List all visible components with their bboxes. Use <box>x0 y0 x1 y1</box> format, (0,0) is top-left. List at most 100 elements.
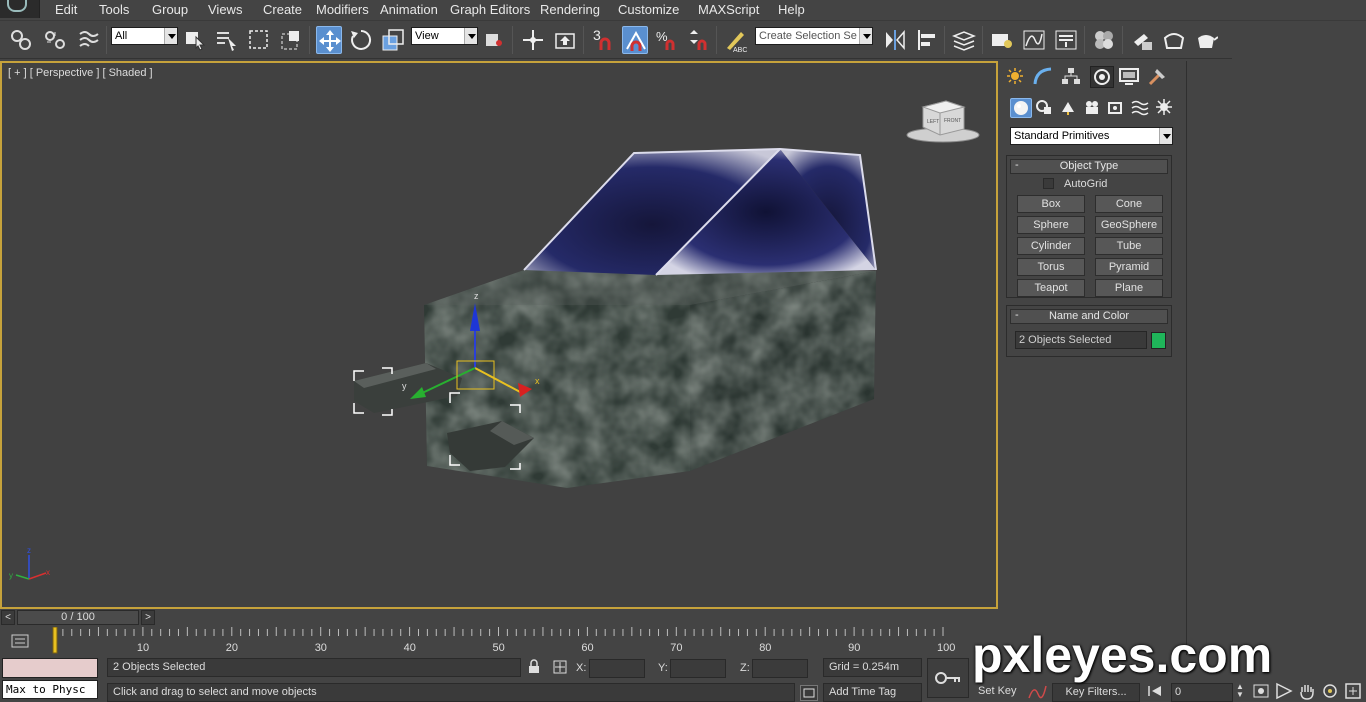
modify-tab[interactable] <box>1032 66 1056 88</box>
shapes-subtab[interactable] <box>1034 98 1056 118</box>
systems-subtab[interactable] <box>1154 98 1176 118</box>
menu-group[interactable]: Group <box>152 2 188 17</box>
render-production-button[interactable] <box>1193 26 1219 54</box>
named-selection-set-input[interactable]: Create Selection Se <box>755 27 873 45</box>
schematic-view-button[interactable] <box>1053 26 1079 54</box>
object-color-swatch[interactable] <box>1151 332 1166 349</box>
plane-button[interactable]: Plane <box>1095 279 1163 297</box>
utilities-tab[interactable] <box>1146 66 1170 88</box>
x-coordinate-field[interactable] <box>589 659 645 678</box>
previous-frame-button[interactable]: < <box>1 610 15 625</box>
name-and-color-header[interactable]: - Name and Color <box>1010 309 1168 324</box>
use-pivot-center-button[interactable] <box>482 26 508 54</box>
keyboard-shortcut-override-button[interactable] <box>552 26 578 54</box>
helpers-subtab[interactable] <box>1106 98 1128 118</box>
select-and-scale-button[interactable] <box>380 26 406 54</box>
select-object-button[interactable] <box>182 26 208 54</box>
menu-modifiers[interactable]: Modifiers <box>316 2 369 17</box>
render-setup-button[interactable] <box>1129 26 1155 54</box>
cameras-subtab[interactable] <box>1082 98 1104 118</box>
menu-create[interactable]: Create <box>263 2 302 17</box>
autogrid-checkbox[interactable] <box>1043 178 1054 189</box>
key-filters-button[interactable]: Key Filters... <box>1052 683 1140 702</box>
pyramid-button[interactable]: Pyramid <box>1095 258 1163 276</box>
track-bar[interactable]: 10 20 30 40 50 60 70 80 90 100 <box>0 627 1000 655</box>
menu-views[interactable]: Views <box>208 2 242 17</box>
selection-lock-toggle[interactable] <box>526 659 542 675</box>
menu-rendering[interactable]: Rendering <box>540 2 600 17</box>
mini-curve-editor-button[interactable] <box>10 632 32 650</box>
display-tab[interactable] <box>1118 66 1142 88</box>
align-button[interactable] <box>914 26 940 54</box>
cylinder-button[interactable]: Cylinder <box>1017 237 1085 255</box>
next-frame-button[interactable]: > <box>141 610 155 625</box>
menu-graph-editors[interactable]: Graph Editors <box>450 2 530 17</box>
orbit-button[interactable] <box>1321 682 1339 700</box>
maxscript-mini-listener-top[interactable] <box>2 658 98 678</box>
geometry-subtab[interactable] <box>1010 98 1032 118</box>
y-coordinate-field[interactable] <box>670 659 726 678</box>
select-and-rotate-button[interactable] <box>348 26 374 54</box>
selection-filter-dropdown[interactable]: All <box>111 27 178 45</box>
select-and-manipulate-button[interactable] <box>520 26 546 54</box>
time-slider-thumb[interactable]: 0 / 100 <box>17 610 139 625</box>
select-by-name-button[interactable] <box>214 26 240 54</box>
mirror-button[interactable] <box>882 26 908 54</box>
tube-button[interactable]: Tube <box>1095 237 1163 255</box>
rectangular-selection-button[interactable] <box>246 26 272 54</box>
set-key-label[interactable]: Set Key <box>978 685 1017 697</box>
sphere-button[interactable]: Sphere <box>1017 216 1085 234</box>
application-button[interactable] <box>0 0 40 18</box>
current-frame-field[interactable]: 0 <box>1171 683 1233 702</box>
frame-spinner[interactable]: ▲ ▼ <box>1236 683 1246 701</box>
add-time-tag[interactable]: Add Time Tag <box>823 683 922 702</box>
menu-edit[interactable]: Edit <box>55 2 77 17</box>
graphite-ribbon-button[interactable] <box>989 26 1015 54</box>
cone-button[interactable]: Cone <box>1095 195 1163 213</box>
create-tab[interactable] <box>1004 66 1028 88</box>
select-and-move-button[interactable] <box>316 26 342 54</box>
menu-help[interactable]: Help <box>778 2 805 17</box>
lights-subtab[interactable] <box>1058 98 1080 118</box>
menu-maxscript[interactable]: MAXScript <box>698 2 759 17</box>
maximize-viewport-button[interactable] <box>1344 682 1362 700</box>
isolate-selection-toggle[interactable] <box>800 685 818 701</box>
snaps-toggle-button[interactable]: 3 <box>590 26 616 54</box>
spinner-snap-toggle-button[interactable] <box>686 26 712 54</box>
menu-tools[interactable]: Tools <box>99 2 129 17</box>
object-name-field[interactable]: 2 Objects Selected <box>1015 331 1147 349</box>
absolute-mode-toggle[interactable] <box>552 659 568 675</box>
manage-layers-button[interactable] <box>951 26 977 54</box>
edit-named-selection-sets-button[interactable]: ABC <box>722 26 748 54</box>
select-and-link-button[interactable] <box>8 26 34 54</box>
time-configuration-button[interactable] <box>1252 682 1270 700</box>
viewcube[interactable]: LEFT FRONT <box>906 100 980 143</box>
curve-editor-button[interactable] <box>1021 26 1047 54</box>
primitive-category-dropdown[interactable]: Standard Primitives <box>1010 127 1173 145</box>
perspective-viewport[interactable]: [ + ] [ Perspective ] [ Shaded ] z x y L… <box>0 61 998 609</box>
menu-animation[interactable]: Animation <box>380 2 438 17</box>
hierarchy-tab[interactable] <box>1060 66 1084 88</box>
angle-snap-toggle-button[interactable] <box>622 26 648 54</box>
object-type-header[interactable]: - Object Type <box>1010 159 1168 174</box>
zoom-extents-button[interactable] <box>1275 682 1293 700</box>
rendered-frame-window-button[interactable] <box>1161 26 1187 54</box>
geosphere-button[interactable]: GeoSphere <box>1095 216 1163 234</box>
window-crossing-button[interactable] <box>278 26 304 54</box>
box-button[interactable]: Box <box>1017 195 1085 213</box>
percent-snap-toggle-button[interactable]: % <box>654 26 680 54</box>
reference-coordinate-dropdown[interactable]: View <box>411 27 478 45</box>
pan-view-button[interactable] <box>1298 682 1316 700</box>
key-mode-toggle[interactable] <box>1026 682 1048 701</box>
set-key-big-button[interactable] <box>927 658 969 698</box>
maxscript-mini-listener[interactable]: Max to Physc <box>2 680 98 699</box>
unlink-selection-button[interactable] <box>42 26 68 54</box>
space-warps-subtab[interactable] <box>1130 98 1152 118</box>
motion-tab[interactable] <box>1090 66 1114 88</box>
torus-button[interactable]: Torus <box>1017 258 1085 276</box>
material-editor-button[interactable] <box>1091 26 1117 54</box>
go-to-start-button[interactable] <box>1146 683 1164 699</box>
teapot-button[interactable]: Teapot <box>1017 279 1085 297</box>
z-coordinate-field[interactable] <box>752 659 808 678</box>
menu-customize[interactable]: Customize <box>618 2 679 17</box>
